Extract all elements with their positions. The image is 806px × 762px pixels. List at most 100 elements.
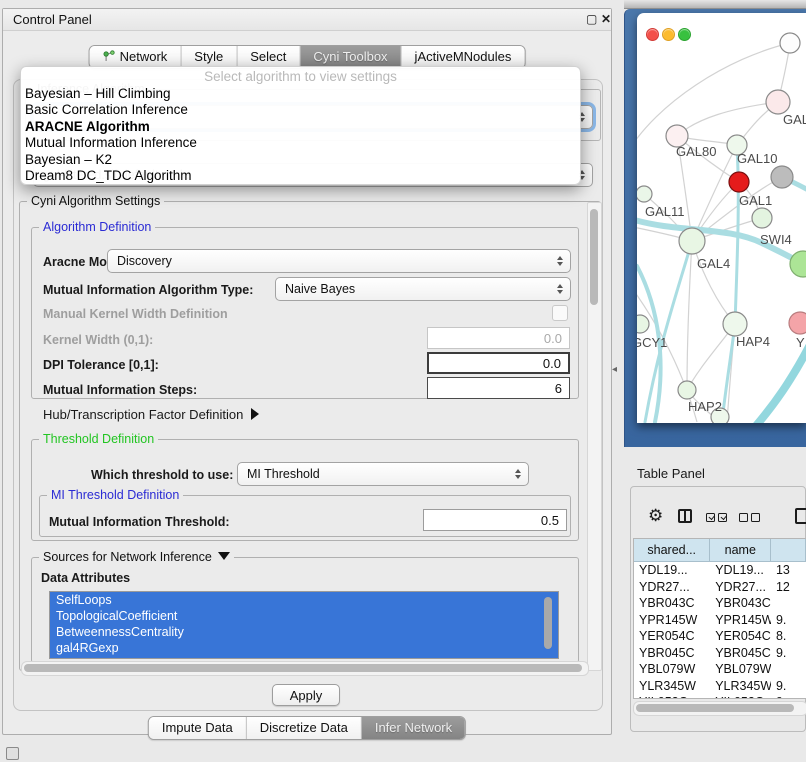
column-view-icon[interactable] [678, 509, 692, 523]
threshold-definition-title: Threshold Definition [39, 432, 158, 446]
mi-steps-field[interactable]: 6 [427, 377, 570, 399]
node-hap4[interactable] [723, 312, 747, 336]
table-row[interactable]: YBL079WYBL079W [634, 661, 806, 678]
tab-network[interactable]: Network [90, 46, 182, 68]
node-gal-partial[interactable] [766, 90, 790, 114]
tab-discretize-data[interactable]: Discretize Data [247, 717, 362, 739]
node-label-gal10: GAL10 [737, 151, 777, 166]
node-label-gal4: GAL4 [697, 256, 730, 271]
deselect-all-check-icon[interactable] [751, 513, 760, 522]
table-row[interactable]: YLR345WYLR345W9. [634, 678, 806, 695]
settings-group-title: Cyni Algorithm Settings [27, 194, 164, 208]
list-item-topologicalcoefficient[interactable]: TopologicalCoefficient [50, 608, 558, 624]
tab-jactivemnodules[interactable]: jActiveMNodules [402, 46, 525, 68]
node-label-hap2: HAP2 [688, 399, 722, 414]
control-panel-title: Control Panel [13, 12, 92, 27]
table-hscrollbar-thumb[interactable] [636, 704, 794, 712]
dropdown-item-aracne[interactable]: ARACNE Algorithm [21, 119, 580, 135]
data-attributes-list: SelfLoops TopologicalCoefficient Between… [49, 591, 559, 659]
close-window-icon[interactable]: ✕ [601, 12, 611, 26]
attributes-scrollbar-thumb[interactable] [544, 597, 552, 649]
node-unlabeled-top[interactable] [780, 33, 800, 53]
table-row[interactable]: YBR045CYBR045C9. [634, 645, 806, 662]
mi-threshold-definition-title: MI Threshold Definition [47, 488, 183, 502]
node-gal1[interactable] [752, 208, 772, 228]
node-pink-right[interactable] [789, 312, 806, 334]
gear-icon[interactable]: ⚙ [648, 506, 663, 526]
node-gal11[interactable] [637, 186, 652, 202]
float-window-icon[interactable]: ▢ [586, 12, 597, 26]
dropdown-placeholder: Select algorithm to view settings [21, 69, 580, 86]
dropdown-item-bayesian-k2[interactable]: Bayesian – K2 [21, 152, 580, 168]
table-row[interactable]: YBR043CYBR043C [634, 595, 806, 612]
node-attribute-table: shared... name YDL19...YDL19...13 YDR27.… [633, 538, 806, 699]
settings-horizontal-scrollbar[interactable] [21, 661, 589, 676]
column-header-name[interactable]: name [710, 539, 771, 562]
dpi-tolerance-label: DPI Tolerance [0,1]: [43, 358, 159, 372]
mi-threshold-field[interactable]: 0.5 [423, 509, 567, 531]
hub-tf-definition-toggle[interactable]: Hub/Transcription Factor Definition [43, 407, 259, 422]
node-label-gcy1: GCY1 [637, 335, 667, 350]
settings-hscrollbar-thumb[interactable] [24, 664, 582, 672]
tab-cyni-toolbox[interactable]: Cyni Toolbox [300, 46, 401, 68]
dropdown-item-bayesian-hill-climbing[interactable]: Bayesian – Hill Climbing [21, 86, 580, 102]
aracne-mode-combo[interactable]: Discovery [107, 249, 571, 273]
dropdown-item-mutual-information[interactable]: Mutual Information Inference [21, 135, 580, 151]
control-panel-window: Control Panel ▢ ✕ Network Style [2, 8, 612, 735]
kernel-width-field[interactable]: 0.0 [427, 327, 570, 349]
node-label-swi4: SWI4 [760, 232, 792, 247]
tab-select[interactable]: Select [237, 46, 300, 68]
attributes-list-scrollbar[interactable] [543, 593, 554, 657]
which-threshold-combo[interactable]: MI Threshold [237, 462, 529, 486]
mi-steps-label: Mutual Information Steps: [43, 383, 197, 397]
table-row[interactable]: YER054CYER054C8. [634, 628, 806, 645]
table-row[interactable]: YPR145WYPR145W9. [634, 612, 806, 629]
sources-group-title: Sources for Network Inference [39, 550, 234, 564]
mi-algorithm-type-combo[interactable]: Naive Bayes [275, 277, 571, 301]
mi-threshold-label: Mutual Information Threshold: [49, 515, 230, 529]
select-all-check-icon[interactable] [718, 513, 727, 522]
list-item-selfloops[interactable]: SelfLoops [50, 592, 558, 608]
node-label-gal11: GAL11 [645, 204, 685, 219]
select-all-check-icon[interactable] [706, 513, 715, 522]
network-icon [103, 50, 116, 63]
tab-infer-network[interactable]: Infer Network [362, 717, 465, 739]
tab-impute-data[interactable]: Impute Data [149, 717, 247, 739]
panel-collapse-arrow-icon[interactable]: ◂ [612, 364, 617, 375]
table-row[interactable]: YIL052CYIL052C9 [634, 694, 806, 699]
node-hap2[interactable] [678, 381, 696, 399]
dropdown-item-basic-correlation[interactable]: Basic Correlation Inference [21, 102, 580, 118]
list-item-betweennesscentrality[interactable]: BetweennessCentrality [50, 624, 558, 640]
deselect-all-check-icon[interactable] [739, 513, 748, 522]
data-attributes-label: Data Attributes [41, 571, 130, 585]
node-label-hap4: HAP4 [736, 334, 770, 349]
settings-vscrollbar-thumb[interactable] [590, 209, 598, 305]
algorithm-definition-title: Algorithm Definition [39, 220, 155, 234]
table-row[interactable]: YDL19...YDL19...13 [634, 562, 806, 579]
dpi-tolerance-field[interactable]: 0.0 [427, 352, 570, 374]
minimized-panel-grip[interactable] [6, 747, 19, 760]
column-header-shared-name[interactable]: shared... [634, 539, 710, 562]
settings-vertical-scrollbar[interactable] [587, 202, 602, 671]
kernel-width-label: Kernel Width (0,1): [43, 333, 153, 347]
node-gcy1[interactable] [637, 315, 649, 333]
algorithm-dropdown-popup: Select algorithm to view settings Bayesi… [20, 66, 581, 185]
list-item-gal4rgexp[interactable]: gal4RGexp [50, 640, 558, 656]
node-gal4[interactable] [679, 228, 705, 254]
combo-updown-icon [557, 284, 563, 294]
table-row[interactable]: YDR27...YDR27...12 [634, 579, 806, 596]
node-label-y-partial: Y [796, 335, 805, 350]
manual-kernel-width-checkbox[interactable] [552, 305, 568, 321]
tab-style[interactable]: Style [181, 46, 237, 68]
table-mode-icon-partial[interactable] [795, 508, 806, 524]
combo-updown-icon [557, 256, 563, 266]
node-selected-red[interactable] [729, 172, 749, 192]
which-threshold-label: Which threshold to use: [91, 468, 233, 482]
apply-button[interactable]: Apply [272, 684, 340, 706]
bottom-tabbar: Impute Data Discretize Data Infer Networ… [148, 716, 466, 740]
manual-kernel-width-label: Manual Kernel Width Definition [43, 307, 228, 321]
node-gray[interactable] [771, 166, 793, 188]
dropdown-item-dream8[interactable]: Dream8 DC_TDC Algorithm [21, 168, 580, 184]
column-header-partial[interactable] [771, 539, 806, 562]
table-horizontal-scrollbar[interactable] [633, 701, 806, 716]
